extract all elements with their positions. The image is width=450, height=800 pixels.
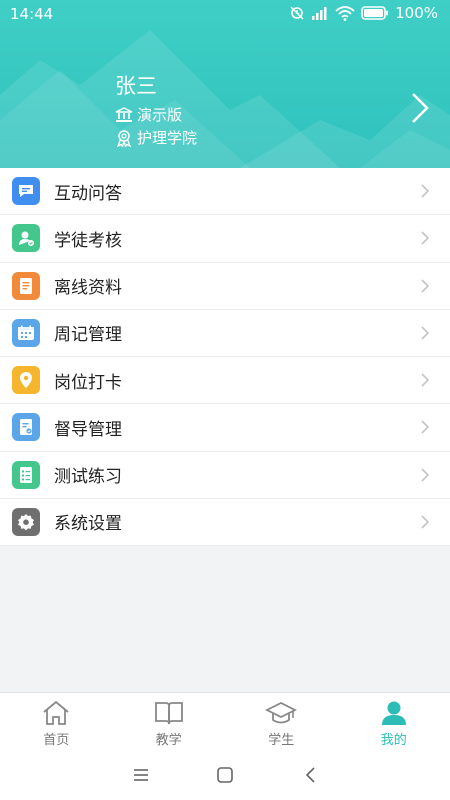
tab-label: 教学 [155,733,182,748]
menu-label: 离线资料 [54,278,122,299]
profile-edition-text: 演示版 [137,106,183,124]
graduation-cap-icon [265,701,298,724]
chat-bubble-icon [12,177,40,206]
tab-label: 我的 [380,733,407,748]
wifi-icon [335,5,355,21]
chevron-right-icon [421,231,430,245]
profile-edition: 演示版 [115,104,182,125]
tab-label: 学生 [268,733,295,748]
menu-item-weekly-journal[interactable]: 周记管理 [0,310,450,357]
gear-icon [12,507,40,536]
menu-item-offline-materials[interactable]: 离线资料 [0,263,450,310]
menu-item-interactive-qa[interactable]: 互动问答 [0,168,450,216]
calendar-icon [12,318,40,347]
battery-percent: 100% [395,4,438,22]
chevron-right-icon [421,515,430,529]
home-square-icon[interactable] [214,764,236,786]
chevron-right-icon [421,279,430,293]
menu-item-system-settings[interactable]: 系统设置 [0,499,450,546]
chevron-right-icon[interactable] [410,92,430,124]
profile-college-text: 护理学院 [137,129,198,147]
tab-teaching[interactable]: 教学 [113,693,226,750]
status-bar: 14:44 100% [0,0,450,28]
menu-label: 学徒考核 [54,230,122,251]
profile-header: 14:44 100% 张三 演示版 护理学院 [0,0,450,168]
menu-item-apprentice-assessment[interactable]: 学徒考核 [0,215,450,263]
menu-label: 岗位打卡 [54,372,122,393]
chevron-right-icon [421,184,430,198]
signal-icon [312,7,327,20]
menu-item-post-checkin[interactable]: 岗位打卡 [0,357,450,405]
chevron-right-icon [421,373,430,387]
menu-label: 周记管理 [54,325,122,346]
menu-item-test-practice[interactable]: 测试练习 [0,452,450,499]
tab-mine[interactable]: 我的 [338,693,450,750]
tab-students[interactable]: 学生 [225,693,338,750]
menu-label: 督导管理 [54,419,122,440]
menu-list: 互动问答 学徒考核 离线资料 周记管理 岗位打卡 督导管理 测试练习 系统设置 [0,168,450,546]
status-time: 14:44 [10,5,54,23]
chevron-right-icon [421,420,430,434]
home-icon [43,700,69,725]
menu-icon[interactable] [130,764,152,786]
profile-name: 张三 [115,74,157,98]
menu-item-supervision[interactable]: 督导管理 [0,404,450,452]
profile-college: 护理学院 [115,127,197,148]
user-check-icon [12,224,40,253]
clipboard-icon [12,413,40,442]
chevron-right-icon [421,468,430,482]
book-icon [154,702,183,725]
institution-icon [115,106,133,122]
tab-home[interactable]: 首页 [0,693,113,750]
battery-icon [361,6,389,20]
checklist-icon [12,460,40,489]
location-pin-icon [12,366,40,395]
alarm-icon [290,6,304,20]
back-icon[interactable] [300,764,322,786]
menu-label: 测试练习 [54,467,122,488]
document-icon [12,271,40,300]
chevron-right-icon [421,326,430,340]
person-icon [381,701,406,725]
system-navigation-bar [0,750,450,800]
menu-label: 系统设置 [54,514,122,535]
award-icon [116,129,132,147]
bottom-tab-bar: 首页 教学 学生 我的 [0,692,450,750]
menu-label: 互动问答 [54,183,122,204]
tab-label: 首页 [43,733,70,748]
